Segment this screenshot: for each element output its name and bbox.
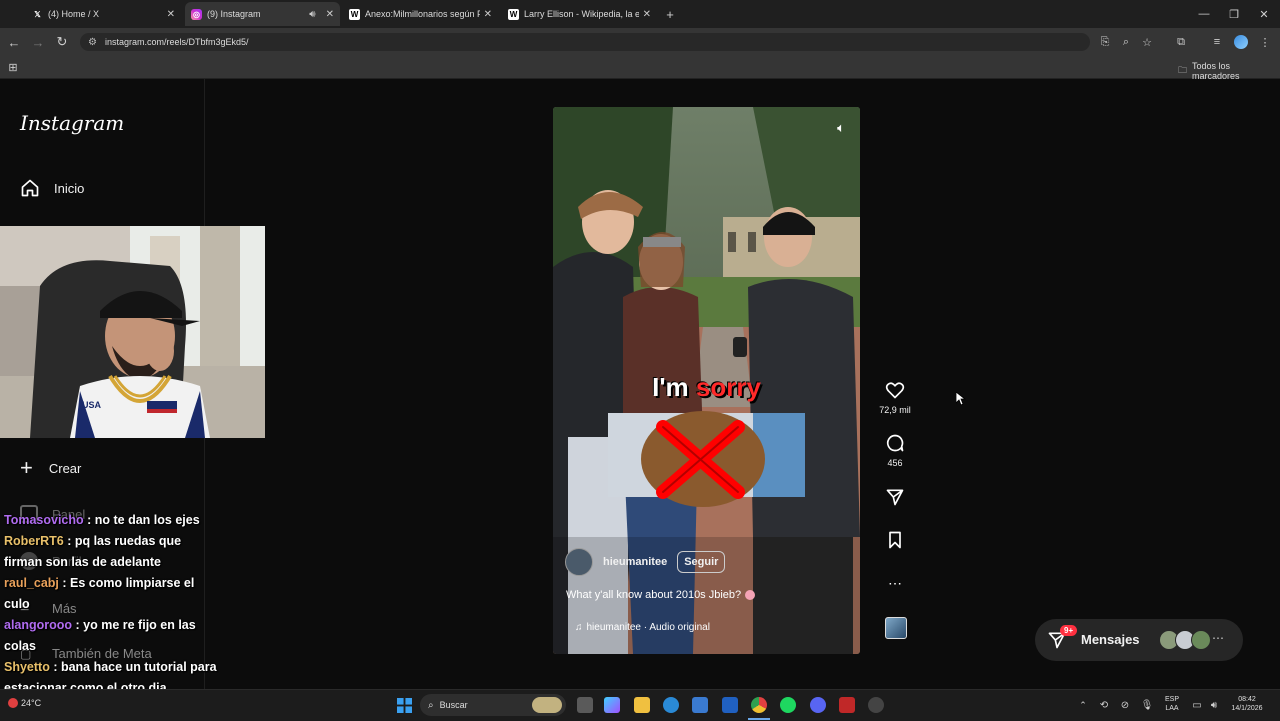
like-icon[interactable]: [885, 380, 905, 400]
microphone-icon[interactable]: 🎙︎: [1140, 697, 1154, 713]
bookmarks-bar: ⊞ 🗀 Todos los marcadores: [0, 56, 1280, 81]
close-window-icon[interactable]: ✕: [1256, 6, 1272, 22]
like-count: 72,9 mil: [879, 405, 911, 415]
menu-dots-icon[interactable]: ⋮: [1258, 34, 1272, 50]
clock[interactable]: 08:42 14/1/2026: [1224, 695, 1270, 713]
reel-description[interactable]: What y'all know about 2010s Jbieb?: [566, 589, 756, 601]
audio-thumbnail[interactable]: [885, 617, 907, 639]
home-icon: [21, 179, 39, 197]
discord-icon[interactable]: [810, 697, 826, 713]
nav-create[interactable]: + Crear: [20, 455, 81, 480]
weather-icon: [8, 698, 18, 708]
display-icon[interactable]: ▭: [1190, 697, 1204, 713]
close-tab-icon[interactable]: ✕: [167, 9, 175, 20]
chat-message: Tomasovicho : no te dan los ejes: [4, 513, 200, 527]
search-highlight-image: [532, 697, 562, 713]
minimize-icon[interactable]: —: [1196, 6, 1212, 22]
app-icon[interactable]: [839, 697, 855, 713]
windows-start-icon[interactable]: [397, 698, 412, 713]
x-logo-icon: 𝕏: [34, 9, 41, 19]
instagram-icon: ◎: [191, 8, 202, 20]
app-icon[interactable]: [868, 697, 884, 713]
taskbar-search[interactable]: ⌕ Buscar: [420, 694, 566, 716]
edge-icon[interactable]: [663, 697, 679, 713]
share-icon[interactable]: [885, 487, 905, 507]
author-username[interactable]: hieumanitee: [603, 556, 667, 568]
instagram-logo[interactable]: Instagram: [20, 111, 124, 135]
streamer-webcam: USA: [0, 226, 265, 438]
apps-grid-icon[interactable]: ⊞: [6, 59, 20, 75]
spotify-icon[interactable]: [780, 697, 796, 713]
mouse-cursor: [955, 391, 967, 411]
follow-button[interactable]: Seguir: [677, 551, 726, 573]
install-icon[interactable]: ⎘: [1098, 34, 1112, 50]
chat-message: raul_cabj : Es como limpiarse el culo: [4, 576, 195, 611]
network-icon[interactable]: ⊘: [1118, 697, 1132, 713]
plus-icon: +: [20, 455, 33, 480]
comment-count: 456: [887, 458, 903, 468]
close-tab-icon[interactable]: ✕: [326, 9, 334, 20]
task-view-icon[interactable]: [577, 697, 593, 713]
close-tab-icon[interactable]: ✕: [484, 9, 492, 20]
more-options-icon[interactable]: ⋯: [885, 573, 905, 593]
messages-badge: 9+: [1060, 625, 1078, 636]
store-icon[interactable]: [692, 697, 708, 713]
profile-avatar-icon[interactable]: [1234, 35, 1248, 49]
messages-button[interactable]: 9+ Mensajes ⋯: [1035, 619, 1243, 661]
restore-icon[interactable]: ❐: [1226, 6, 1242, 22]
tab-wikipedia-anexo[interactable]: W Anexo:Milmillonarios según For ✕: [343, 2, 498, 26]
chat-message: RoberRT6 : pq las ruedas que firman son …: [4, 534, 182, 569]
media-icon[interactable]: ≡: [1210, 34, 1224, 50]
tab-wikipedia-ellison[interactable]: W Larry Ellison - Wikipedia, la enc ✕: [502, 2, 657, 26]
wikipedia-icon: W: [508, 8, 519, 20]
nav-home[interactable]: Inicio: [20, 178, 84, 198]
copilot-icon[interactable]: [604, 697, 620, 713]
speaker-icon[interactable]: 🔊︎: [309, 9, 315, 20]
mail-icon[interactable]: [722, 697, 738, 713]
extensions-icon[interactable]: ⧉: [1174, 34, 1188, 50]
reel-author: hieumanitee Seguir: [565, 548, 726, 576]
reel-caption-overlay: I'm sorry: [652, 372, 761, 402]
tab-x[interactable]: 𝕏 (4) Home / X ✕: [26, 2, 181, 26]
all-bookmarks-folder[interactable]: 🗀 Todos los marcadores: [1178, 61, 1280, 81]
reel-video[interactable]: I'm sorry 🔈︎ hieumanitee Seguir What y'a…: [553, 107, 860, 654]
address-bar[interactable]: ⚙ instagram.com/reels/DTbfm3gEkd5/: [80, 33, 1090, 51]
url-text: instagram.com/reels/DTbfm3gEkd5/: [104, 37, 249, 47]
reload-icon[interactable]: ↻: [54, 34, 70, 50]
site-info-icon[interactable]: ⚙: [88, 37, 97, 48]
tab-instagram[interactable]: ◎ (9) Instagram 🔊︎ ✕: [185, 2, 340, 26]
save-bookmark-icon[interactable]: [885, 530, 905, 550]
chrome-icon[interactable]: [751, 697, 767, 713]
back-icon[interactable]: ←: [6, 34, 22, 50]
reel-audio[interactable]: ♫ hieumanitee · Audio original: [575, 622, 710, 633]
messages-label: Mensajes: [1081, 632, 1140, 647]
mute-icon[interactable]: 🔈︎: [832, 119, 850, 137]
file-explorer-icon[interactable]: [634, 697, 650, 713]
sync-icon[interactable]: ⟲: [1097, 697, 1111, 713]
zoom-icon[interactable]: ⌕: [1119, 34, 1133, 50]
close-tab-icon[interactable]: ✕: [643, 9, 651, 20]
volume-icon[interactable]: 🔊︎: [1207, 697, 1221, 713]
webcam-image: USA: [0, 226, 265, 438]
contact-avatar: [1191, 630, 1211, 650]
stream-chat: Tomasovicho : no te dan los ejes RoberRT…: [4, 510, 219, 699]
music-note-icon: ♫: [575, 622, 583, 633]
author-avatar[interactable]: [565, 548, 593, 576]
windows-taskbar: 24°C ⌕ Buscar ⌃ ⟲ ⊘ 🎙︎ ESP LAA ▭ 🔊︎ 08:4…: [0, 689, 1280, 721]
chat-message: alangorooo : yo me re fijo en las colas: [4, 618, 196, 653]
search-icon: ⌕: [428, 699, 434, 711]
tray-chevron-icon[interactable]: ⌃: [1076, 697, 1090, 713]
folder-icon: 🗀: [1178, 65, 1188, 75]
comment-icon[interactable]: [885, 433, 905, 453]
weather-widget[interactable]: 24°C: [8, 698, 41, 708]
emoji-icon: [745, 590, 756, 600]
forward-icon[interactable]: →: [30, 34, 46, 50]
more-contacts-icon: ⋯: [1212, 631, 1224, 645]
new-tab-icon[interactable]: +: [662, 6, 678, 22]
browser-tab-bar: 𝕏 (4) Home / X ✕ ◎ (9) Instagram 🔊︎ ✕ W …: [0, 0, 1280, 28]
svg-text:USA: USA: [82, 400, 102, 410]
wikipedia-icon: W: [349, 8, 360, 20]
language-indicator[interactable]: ESP LAA: [1160, 695, 1184, 713]
bookmark-star-icon[interactable]: ☆: [1140, 34, 1154, 50]
